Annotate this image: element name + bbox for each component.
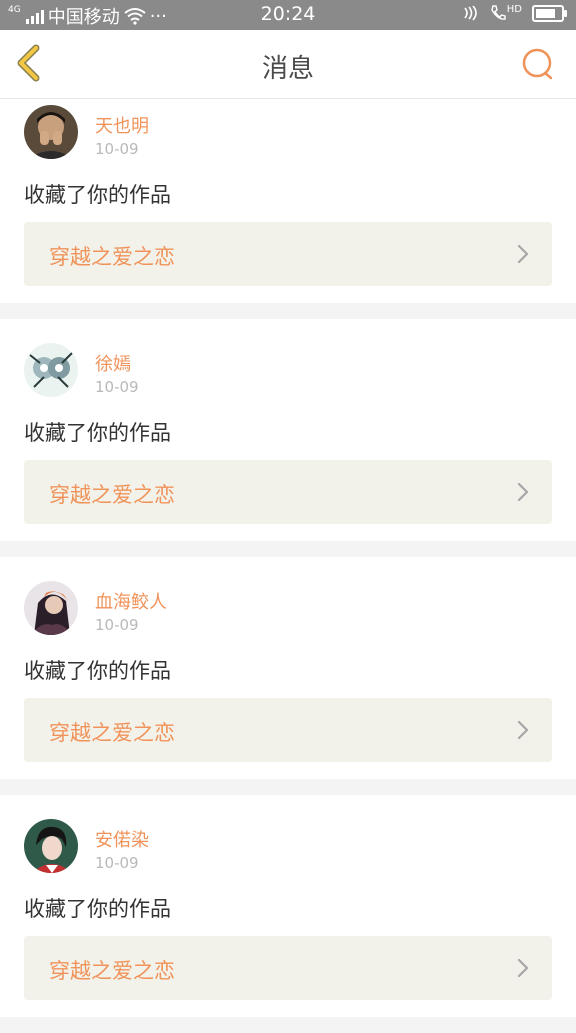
avatar[interactable] [24,343,78,397]
work-title: 穿越之爱之恋 [49,721,175,745]
hd-label: HD [506,4,522,15]
avatar[interactable] [24,105,78,159]
search-button[interactable] [518,44,558,84]
avatar[interactable] [24,819,78,873]
message-item: 天也明 10-09 收藏了你的作品 穿越之爱之恋 [0,99,576,303]
work-link[interactable]: 穿越之爱之恋 [24,222,552,286]
user-name[interactable]: 徐嫣 [95,350,131,376]
avatar[interactable] [24,581,78,635]
work-title: 穿越之爱之恋 [49,245,175,269]
divider [0,1017,576,1033]
user-name[interactable]: 血海鲛人 [95,588,167,614]
chevron-right-icon [517,958,529,978]
message-list: 天也明 10-09 收藏了你的作品 穿越之爱之恋 徐嫣 10-09 收藏了你的作… [0,99,576,1033]
message-item: 安偌染 10-09 收藏了你的作品 穿越之爱之恋 [0,795,576,1017]
message-date: 10-09 [95,378,139,396]
chevron-right-icon [517,244,529,264]
message-text: 收藏了你的作品 [24,183,171,207]
message-item: 徐嫣 10-09 收藏了你的作品 穿越之爱之恋 [0,319,576,541]
work-link[interactable]: 穿越之爱之恋 [24,460,552,524]
message-item: 血海鲛人 10-09 收藏了你的作品 穿越之爱之恋 [0,557,576,779]
work-link[interactable]: 穿越之爱之恋 [24,936,552,1000]
search-icon [522,48,553,80]
message-date: 10-09 [95,854,139,872]
message-text: 收藏了你的作品 [24,659,171,683]
chevron-right-icon [517,720,529,740]
divider [0,541,576,557]
hd-call-icon [491,5,506,20]
message-text: 收藏了你的作品 [24,421,171,445]
page-title: 消息 [261,54,314,84]
work-title: 穿越之爱之恋 [49,959,175,983]
message-date: 10-09 [95,616,139,634]
status-bar: 4G 中国移动 ··· 20:24 HD [0,0,576,30]
work-title: 穿越之爱之恋 [49,483,175,507]
divider [0,303,576,319]
work-link[interactable]: 穿越之爱之恋 [24,698,552,762]
nfc-icon [464,5,477,21]
user-name[interactable]: 天也明 [95,112,149,138]
battery-icon [532,4,567,22]
message-date: 10-09 [95,140,139,158]
user-name[interactable]: 安偌染 [95,826,149,852]
chevron-right-icon [517,482,529,502]
nav-header: 消息 [0,30,576,99]
message-text: 收藏了你的作品 [24,897,171,921]
divider [0,779,576,795]
